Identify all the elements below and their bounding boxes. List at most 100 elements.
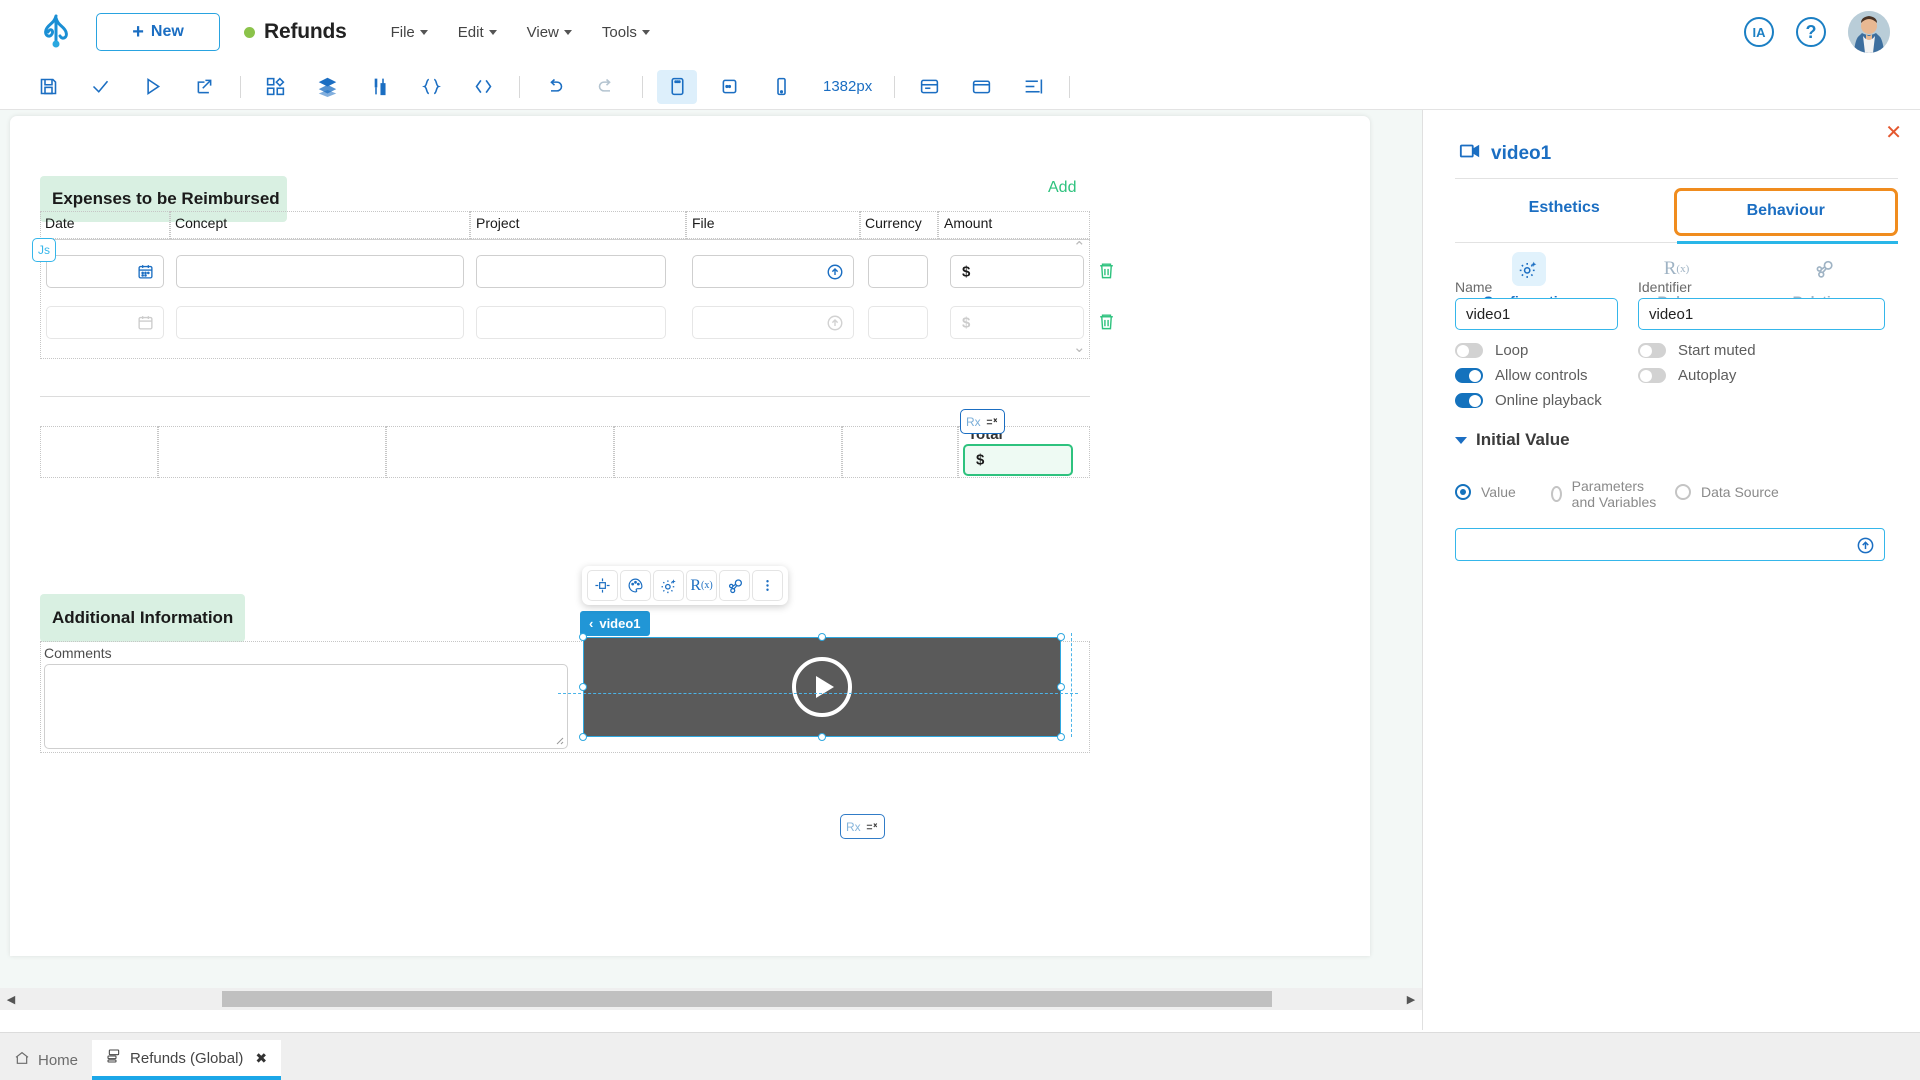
rx-badge-total[interactable]: Rx — [960, 409, 1005, 434]
calendar-icon[interactable] — [137, 263, 154, 285]
toggle-loop-label: Loop — [1495, 342, 1529, 359]
desktop-icon[interactable] — [657, 69, 697, 104]
concept-input-row1[interactable] — [176, 255, 464, 288]
resize-handle-w[interactable] — [579, 683, 587, 691]
project-input-row2[interactable] — [476, 306, 666, 339]
export-icon[interactable] — [184, 70, 224, 104]
resize-handle-ne[interactable] — [1057, 633, 1065, 641]
code-icon[interactable] — [463, 70, 503, 104]
close-icon[interactable]: ✕ — [1885, 120, 1902, 145]
top-bar-right: IA ? — [1744, 11, 1900, 53]
resize-handle-nw[interactable] — [579, 633, 587, 641]
scroll-right-arrow-icon[interactable]: ▶ — [1400, 993, 1422, 1006]
tablet-icon[interactable] — [709, 70, 749, 104]
move-icon[interactable] — [587, 570, 618, 601]
resize-handle-s[interactable] — [818, 733, 826, 741]
project-input-row1[interactable] — [476, 255, 666, 288]
avatar[interactable] — [1848, 11, 1890, 53]
tab-esthetics[interactable]: Esthetics — [1455, 188, 1674, 236]
initial-value-section[interactable]: Initial Value — [1455, 430, 1570, 450]
comments-textarea[interactable] — [44, 664, 568, 749]
name-input[interactable] — [1455, 298, 1618, 330]
menu-file[interactable]: File — [391, 24, 428, 41]
variables-icon[interactable] — [359, 70, 399, 104]
radio-value[interactable] — [1455, 484, 1471, 501]
upload-icon[interactable] — [1856, 536, 1875, 560]
concept-input-row2[interactable] — [176, 306, 464, 339]
toggle-online-playback[interactable] — [1455, 393, 1483, 408]
widgets-icon[interactable] — [255, 70, 295, 104]
toggle-start-muted[interactable] — [1638, 343, 1666, 358]
bonita-logo-icon[interactable] — [34, 12, 78, 52]
rx-badge-bottom[interactable]: Rx — [840, 814, 885, 839]
toggle-loop[interactable] — [1455, 343, 1483, 358]
radio-data-source[interactable] — [1675, 484, 1691, 501]
gear-sparkle-icon[interactable] — [653, 570, 684, 601]
resize-handle-n[interactable] — [818, 633, 826, 641]
column-header-project: Project — [476, 215, 520, 231]
braces-icon[interactable] — [411, 70, 451, 104]
initial-value-input-wrapper[interactable] — [1455, 528, 1885, 561]
scrollbar-thumb[interactable] — [222, 991, 1272, 1007]
undo-icon[interactable] — [534, 70, 574, 104]
calendar-icon[interactable] — [137, 314, 154, 336]
identifier-input[interactable] — [1638, 298, 1885, 330]
element-tag-video1[interactable]: ‹ video1 — [580, 611, 650, 636]
file-input-row1[interactable] — [692, 255, 854, 288]
file-input-row2[interactable] — [692, 306, 854, 339]
menu-view[interactable]: View — [527, 24, 572, 41]
layers-icon[interactable] — [307, 70, 347, 104]
table-scroll-down-icon[interactable]: ⌄ — [1073, 338, 1086, 356]
canvas-width-label: 1382px — [823, 78, 873, 95]
radio-parameters-and-variables[interactable] — [1551, 486, 1562, 503]
new-button[interactable]: + New — [96, 13, 220, 51]
panel-title: video1 — [1491, 143, 1552, 164]
ia-assistant-button[interactable]: IA — [1744, 17, 1774, 47]
upload-icon[interactable] — [826, 263, 844, 286]
tab-behaviour[interactable]: Behaviour — [1673, 188, 1898, 236]
delete-row1-button[interactable] — [1097, 261, 1116, 285]
resize-handle-se[interactable] — [1057, 733, 1065, 741]
upload-icon[interactable] — [826, 314, 844, 337]
more-vertical-icon[interactable] — [752, 570, 783, 601]
relations-icon[interactable] — [719, 570, 750, 601]
play-icon[interactable] — [132, 70, 172, 104]
js-badge[interactable]: Js — [32, 238, 56, 262]
footer-tab-home[interactable]: Home — [0, 1040, 92, 1080]
chevron-down-icon — [488, 29, 497, 35]
play-icon[interactable] — [792, 657, 852, 717]
toggle-autoplay[interactable] — [1638, 368, 1666, 383]
initial-value-input[interactable] — [1456, 529, 1884, 560]
palette-icon[interactable] — [620, 570, 651, 601]
container-icon[interactable] — [961, 70, 1001, 104]
toggle-allow-controls[interactable] — [1455, 368, 1483, 383]
menu-tools[interactable]: Tools — [602, 24, 650, 41]
mobile-icon[interactable] — [761, 70, 801, 104]
amount-input-row1[interactable]: $ — [950, 255, 1084, 288]
date-input-row2[interactable] — [46, 306, 164, 339]
help-button[interactable]: ? — [1796, 17, 1826, 47]
align-icon[interactable] — [1013, 70, 1053, 104]
add-expense-link[interactable]: Add — [1048, 179, 1076, 197]
rx-icon[interactable]: R (x) — [686, 570, 717, 601]
total-amount-input[interactable]: $ — [963, 444, 1073, 476]
table-scroll-up-icon[interactable]: ⌃ — [1073, 238, 1086, 256]
canvas-horizontal-scrollbar[interactable]: ◀ ▶ — [0, 988, 1422, 1010]
amount-input-row2[interactable]: $ — [950, 306, 1084, 339]
resize-handle-e[interactable] — [1057, 683, 1065, 691]
resize-handle-sw[interactable] — [579, 733, 587, 741]
scrollbar-track[interactable] — [22, 988, 1400, 1010]
video-widget[interactable] — [583, 637, 1061, 737]
footer-tab-refunds[interactable]: Refunds (Global) ✖ — [92, 1040, 282, 1080]
form-icon[interactable] — [909, 70, 949, 104]
menu-edit[interactable]: Edit — [458, 24, 497, 41]
currency-input-row1[interactable] — [868, 255, 928, 288]
close-icon[interactable]: ✖ — [255, 1050, 267, 1067]
date-input-row1[interactable] — [46, 255, 164, 288]
currency-input-row2[interactable] — [868, 306, 928, 339]
save-icon[interactable] — [28, 70, 68, 104]
delete-row2-button[interactable] — [1097, 312, 1116, 336]
scroll-left-arrow-icon[interactable]: ◀ — [0, 993, 22, 1006]
check-icon[interactable] — [80, 70, 120, 104]
redo-icon[interactable] — [586, 70, 626, 104]
